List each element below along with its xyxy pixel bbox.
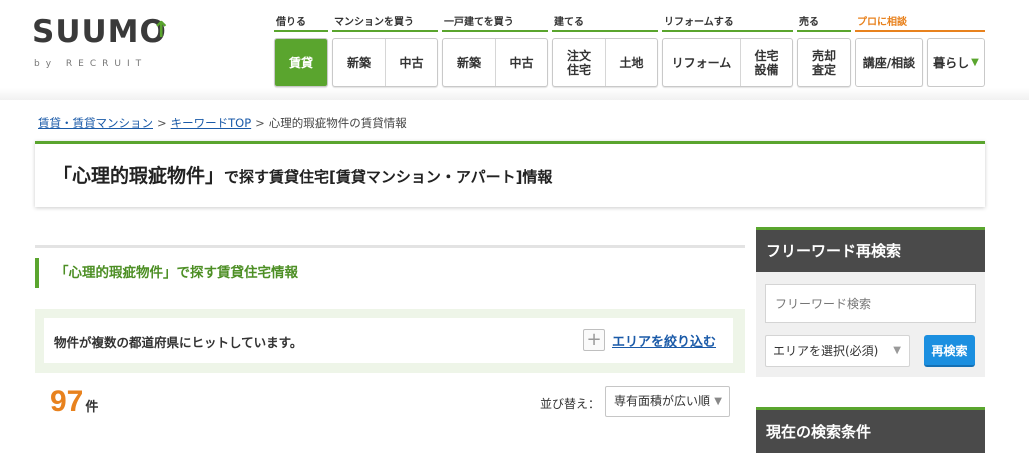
nav-category-sell: 売る [797, 14, 851, 32]
narrow-area-link[interactable]: + エリアを絞り込む [583, 329, 716, 351]
nav-button-living[interactable]: 暮らし ▼ [927, 38, 985, 87]
section-heading: 「心理的瑕疵物件」で探す賃貸住宅情報 [35, 258, 745, 288]
chevron-down-icon: ▼ [714, 396, 722, 407]
nav-group-house: 一戸建てを買う 新築 中古 [442, 14, 548, 87]
section-divider [35, 245, 745, 248]
freeword-research-panel: フリーワード再検索 エリアを選択(必須) ▼ 再検索 [756, 227, 985, 377]
notice-box: 物件が複数の都道府県にヒットしています。 + エリアを絞り込む [44, 318, 733, 363]
breadcrumb: 賃貸・賃貸マンション > キーワードTOP > 心理的瑕疵物件の賃貸情報 [38, 115, 407, 131]
nav-button-sale-assessment[interactable]: 売却 査定 [798, 39, 850, 86]
nav-group-build: 建てる 注文 住宅 土地 [552, 14, 658, 87]
research-button[interactable]: 再検索 [924, 335, 975, 367]
nav-group-mansion: マンションを買う 新築 中古 [332, 14, 438, 87]
breadcrumb-link-keyword-top[interactable]: キーワードTOP [171, 116, 252, 130]
sort-select[interactable]: 専有面積が広い順 ▼ [605, 386, 730, 417]
multi-prefecture-notice: 物件が複数の都道府県にヒットしています。 + エリアを絞り込む [35, 309, 745, 373]
nav-category-rent: 借りる [274, 14, 328, 32]
logo-subtext: by RECRUIT [34, 59, 148, 69]
result-count: 97 件 [50, 385, 98, 419]
breadcrumb-link-rent[interactable]: 賃貸・賃貸マンション [38, 116, 153, 130]
nav-button-housing-equipment[interactable]: 住宅 設備 [740, 39, 792, 86]
nav-category-reform: リフォームする [662, 14, 793, 32]
page-title-bar: 「心理的瑕疵物件」で探す賃貸住宅[賃貸マンション・アパート]情報 [35, 141, 985, 207]
area-select-value: エリアを選択(必須) [773, 344, 879, 358]
freeword-panel-title: フリーワード再検索 [756, 227, 985, 272]
nav-group-rent: 借りる 賃貸 [274, 14, 328, 87]
nav-group-consult: プロに相談 講座/相談 暮らし ▼ [855, 14, 985, 87]
nav-button-reform[interactable]: リフォーム [663, 39, 740, 86]
nav-button-mansion-new[interactable]: 新築 [333, 39, 385, 86]
breadcrumb-separator: > [255, 116, 265, 130]
result-count-number: 97 [50, 385, 84, 418]
breadcrumb-current: 心理的瑕疵物件の賃貸情報 [268, 116, 407, 130]
sort-select-value: 専有面積が広い順 [614, 394, 711, 408]
nav-button-mansion-used[interactable]: 中古 [385, 39, 437, 86]
area-select[interactable]: エリアを選択(必須) ▼ [765, 335, 910, 367]
notice-text: 物件が複数の都道府県にヒットしています。 [54, 335, 303, 350]
narrow-area-label: エリアを絞り込む [612, 334, 717, 350]
result-count-unit: 件 [85, 400, 99, 415]
nav-category-build: 建てる [552, 14, 658, 32]
sort-label: 並び替え： [540, 397, 601, 411]
logo-wordmark: SUUMO [32, 14, 167, 50]
nav-category-consult: プロに相談 [855, 14, 985, 32]
site-header: SUUMO ↑ by RECRUIT 借りる 賃貸 マンションを買う 新築 中古… [0, 0, 1029, 100]
nav-group-sell: 売る 売却 査定 [797, 14, 851, 87]
nav-button-seminar[interactable]: 講座/相談 [855, 38, 923, 87]
nav-living-label: 暮らし [933, 55, 970, 70]
breadcrumb-separator: > [157, 116, 167, 130]
suumo-logo[interactable]: SUUMO ↑ by RECRUIT [32, 12, 172, 72]
current-conditions-panel: 現在の検索条件 [756, 407, 985, 453]
current-conditions-title: 現在の検索条件 [756, 407, 985, 453]
nav-button-house-new[interactable]: 新築 [443, 39, 495, 86]
page-title-rest: で探す賃貸住宅[賃貸マンション・アパート]情報 [224, 168, 553, 186]
freeword-search-input[interactable] [765, 284, 976, 323]
logo-arrow-icon: ↑ [152, 18, 171, 43]
page-title-keyword: 「心理的瑕疵物件」 [53, 165, 225, 187]
page-title: 「心理的瑕疵物件」で探す賃貸住宅[賃貸マンション・アパート]情報 [53, 161, 552, 188]
dropdown-triangle-icon: ▼ [971, 56, 979, 68]
chevron-down-icon: ▼ [893, 345, 901, 356]
nav-button-house-used[interactable]: 中古 [495, 39, 547, 86]
nav-category-house: 一戸建てを買う [442, 14, 548, 32]
nav-button-custom-house[interactable]: 注文 住宅 [553, 39, 605, 86]
nav-button-chintai[interactable]: 賃貸 [275, 39, 327, 86]
nav-group-reform: リフォームする リフォーム 住宅 設備 [662, 14, 793, 87]
nav-category-mansion: マンションを買う [332, 14, 438, 32]
nav-button-land[interactable]: 土地 [605, 39, 657, 86]
plus-icon: + [583, 329, 605, 351]
